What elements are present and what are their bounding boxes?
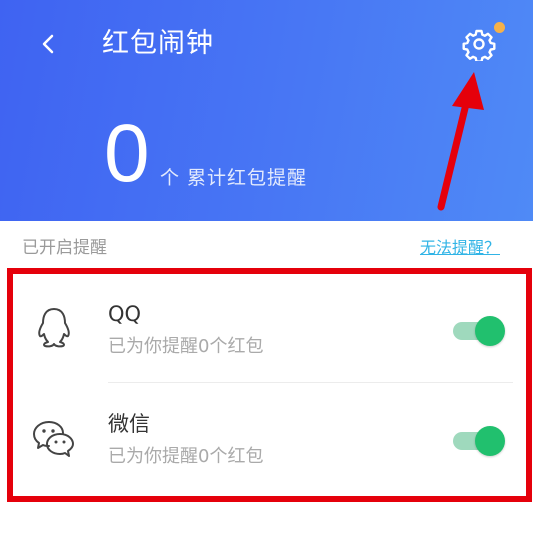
page-title: 红包闹钟: [102, 28, 214, 59]
divider: [108, 382, 513, 383]
app-subtitle: 已为你提醒0个红包: [108, 446, 264, 467]
app-name: 微信: [108, 412, 150, 436]
section-label: 已开启提醒: [22, 238, 107, 258]
wechat-toggle[interactable]: [453, 426, 505, 456]
reminder-count: 0: [104, 108, 150, 199]
app-name: QQ: [108, 302, 142, 326]
toggle-knob: [475, 426, 505, 456]
help-link[interactable]: 无法提醒？: [420, 235, 500, 261]
app-row-qq[interactable]: QQ 已为你提醒0个红包: [13, 274, 526, 383]
header: 红包闹钟 0 个 累计红包提醒: [0, 0, 533, 221]
chevron-left-icon: [42, 34, 54, 54]
notification-badge: [494, 22, 505, 33]
settings-button[interactable]: [462, 27, 496, 63]
toggle-knob: [475, 316, 505, 346]
gear-icon: [462, 29, 496, 63]
wechat-icon: [31, 414, 77, 460]
highlight-box: QQ 已为你提醒0个红包 微信 已为你提醒0个红包: [7, 268, 532, 502]
app-row-wechat[interactable]: 微信 已为你提醒0个红包: [13, 384, 526, 492]
back-button[interactable]: [34, 28, 66, 60]
qq-toggle[interactable]: [453, 316, 505, 346]
app-subtitle: 已为你提醒0个红包: [108, 336, 264, 357]
qq-penguin-icon: [31, 304, 77, 350]
reminder-count-label: 个 累计红包提醒: [160, 167, 308, 189]
